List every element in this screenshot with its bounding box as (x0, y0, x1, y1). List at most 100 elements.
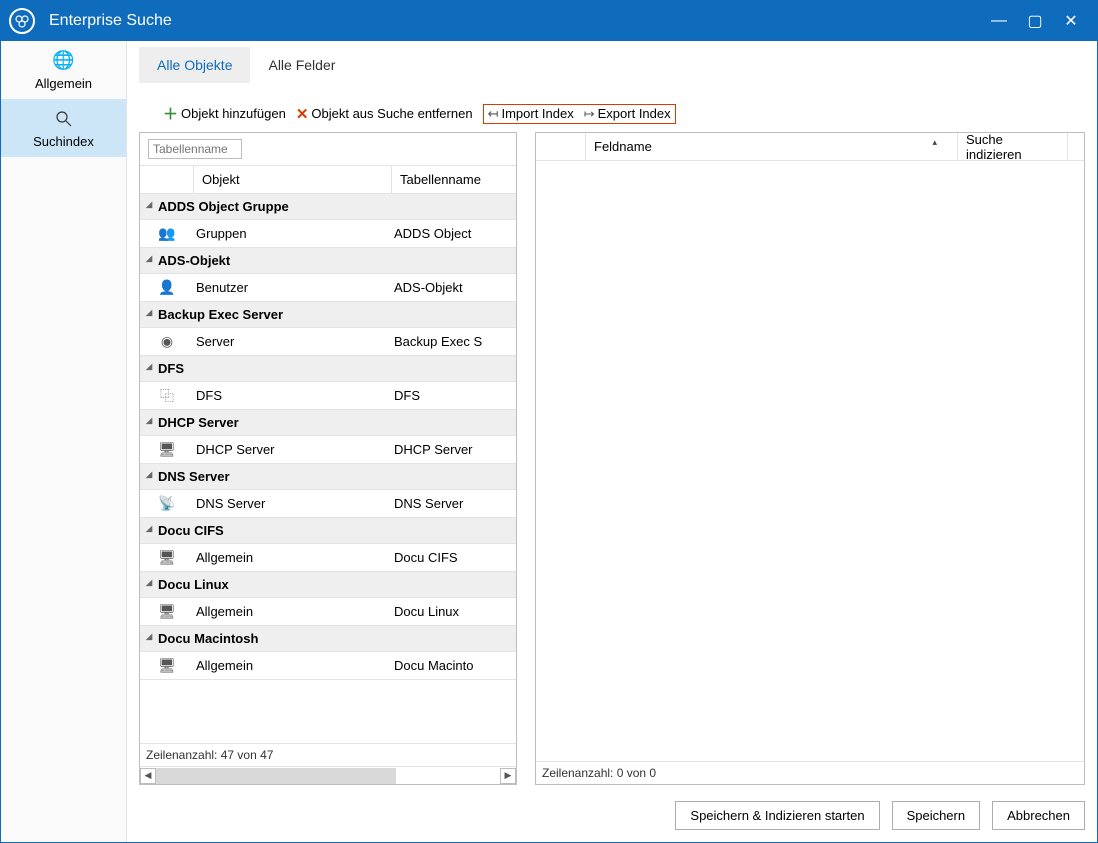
cell-tablename: Docu CIFS (392, 550, 516, 565)
row-icon: 🖥 (140, 603, 194, 620)
group-header[interactable]: ADDS Object Gruppe (140, 194, 516, 220)
table-row[interactable]: 📡DNS ServerDNS Server (140, 490, 516, 518)
x-icon: ✕ (296, 105, 309, 123)
arrow-left-icon: ↤ (488, 106, 499, 122)
import-index-button[interactable]: ↤ Import Index (488, 106, 574, 122)
cell-object: Allgemein (194, 604, 392, 619)
app-logo-icon (9, 8, 35, 34)
cell-object: Server (194, 334, 392, 349)
button-label: Objekt hinzufügen (181, 106, 286, 121)
header-index-column[interactable]: Suche indizieren (958, 133, 1068, 160)
tab-alle-felder[interactable]: Alle Felder (250, 47, 353, 83)
minimize-button[interactable]: — (981, 3, 1017, 39)
grid-header: Objekt Tabellenname (140, 166, 516, 194)
cell-object: DHCP Server (194, 442, 392, 457)
sort-ascending-icon: ▴ (932, 137, 937, 148)
cell-object: Allgemein (194, 550, 392, 565)
row-icon: ◉ (140, 333, 194, 350)
tab-bar: Alle Objekte Alle Felder (139, 45, 1085, 85)
table-row[interactable]: 🖥DHCP ServerDHCP Server (140, 436, 516, 464)
scroll-thumb[interactable] (156, 768, 396, 784)
cell-tablename: Docu Macinto (392, 658, 516, 673)
globe-icon: 🌐 (53, 50, 75, 72)
cell-object: DNS Server (194, 496, 392, 511)
row-icon: 👤 (140, 279, 194, 296)
row-icon: 🖥 (140, 549, 194, 566)
titlebar: Enterprise Suche — ▢ ✕ (1, 1, 1097, 41)
sidebar-item-label: Suchindex (33, 134, 94, 149)
row-icon: ⿻ (140, 386, 194, 406)
header-object-column[interactable]: Objekt (194, 166, 392, 193)
table-row[interactable]: ⿻DFSDFS (140, 382, 516, 410)
group-header[interactable]: Docu Macintosh (140, 626, 516, 652)
export-index-button[interactable]: ↦ Export Index (584, 106, 671, 122)
row-icon: 🖥 (140, 657, 194, 674)
cell-object: Allgemein (194, 658, 392, 673)
button-label: Objekt aus Suche entfernen (311, 106, 472, 121)
group-header[interactable]: DNS Server (140, 464, 516, 490)
add-object-button[interactable]: ＋ Objekt hinzufügen (163, 103, 286, 124)
cell-tablename: ADDS Object (392, 226, 516, 241)
group-header[interactable]: Docu Linux (140, 572, 516, 598)
cell-object: Benutzer (194, 280, 392, 295)
toolbar: ＋ Objekt hinzufügen ✕ Objekt aus Suche e… (139, 85, 1085, 132)
header-icon-column[interactable] (536, 133, 586, 160)
row-icon: 👥 (140, 225, 194, 242)
group-header[interactable]: ADS-Objekt (140, 248, 516, 274)
group-header[interactable]: DHCP Server (140, 410, 516, 436)
group-header[interactable]: Docu CIFS (140, 518, 516, 544)
cell-tablename: DFS (392, 388, 516, 403)
table-row[interactable]: 👤BenutzerADS-Objekt (140, 274, 516, 302)
arrow-right-icon: ↦ (584, 106, 595, 122)
save-button[interactable]: Speichern (892, 801, 981, 830)
group-header[interactable]: DFS (140, 356, 516, 382)
horizontal-scrollbar[interactable]: ◀ ▶ (140, 766, 516, 784)
table-row[interactable]: ◉ServerBackup Exec S (140, 328, 516, 356)
header-spacer (1068, 133, 1084, 160)
window-title: Enterprise Suche (49, 12, 981, 30)
tablename-filter-input[interactable] (148, 139, 242, 159)
scroll-track[interactable] (156, 768, 500, 784)
button-label: Import Index (501, 106, 573, 121)
objects-grid: Objekt Tabellenname ADDS Object Gruppe👥G… (139, 132, 517, 785)
scroll-right-button[interactable]: ▶ (500, 768, 516, 784)
group-header[interactable]: Backup Exec Server (140, 302, 516, 328)
header-fieldname-column[interactable]: Feldname ▴ (586, 133, 958, 160)
cell-object: Gruppen (194, 226, 392, 241)
cancel-button[interactable]: Abbrechen (992, 801, 1085, 830)
close-button[interactable]: ✕ (1053, 3, 1089, 39)
cell-object: DFS (194, 388, 392, 403)
sidebar-item-suchindex[interactable]: Suchindex (1, 99, 126, 157)
sidebar: 🌐 Allgemein Suchindex (1, 41, 127, 842)
scroll-left-button[interactable]: ◀ (140, 768, 156, 784)
grid-body[interactable] (536, 161, 1084, 761)
row-count-label: Zeilenanzahl: 0 von 0 (536, 761, 1084, 784)
save-and-index-button[interactable]: Speichern & Indizieren starten (675, 801, 879, 830)
cell-tablename: ADS-Objekt (392, 280, 516, 295)
grid-body[interactable]: ADDS Object Gruppe👥GruppenADDS ObjectADS… (140, 194, 516, 743)
grid-header: Feldname ▴ Suche indizieren (536, 133, 1084, 161)
table-row[interactable]: 🖥AllgemeinDocu Linux (140, 598, 516, 626)
search-icon (53, 108, 75, 130)
table-row[interactable]: 🖥AllgemeinDocu Macinto (140, 652, 516, 680)
cell-tablename: DHCP Server (392, 442, 516, 457)
button-label: Export Index (598, 106, 671, 121)
maximize-button[interactable]: ▢ (1017, 3, 1053, 39)
row-icon: 🖥 (140, 441, 194, 458)
sidebar-item-allgemein[interactable]: 🌐 Allgemein (1, 41, 126, 99)
plus-icon: ＋ (163, 103, 178, 124)
header-icon-column[interactable] (140, 166, 194, 193)
header-label: Feldname (594, 139, 652, 154)
row-icon: 📡 (140, 495, 194, 512)
cell-tablename: DNS Server (392, 496, 516, 511)
dialog-buttons: Speichern & Indizieren starten Speichern… (139, 785, 1085, 830)
table-row[interactable]: 🖥AllgemeinDocu CIFS (140, 544, 516, 572)
filter-row (140, 133, 516, 166)
tab-alle-objekte[interactable]: Alle Objekte (139, 47, 250, 83)
cell-tablename: Backup Exec S (392, 334, 516, 349)
header-tablename-column[interactable]: Tabellenname (392, 166, 516, 193)
highlighted-actions: ↤ Import Index ↦ Export Index (483, 104, 676, 124)
remove-object-button[interactable]: ✕ Objekt aus Suche entfernen (296, 105, 473, 123)
table-row[interactable]: 👥GruppenADDS Object (140, 220, 516, 248)
fields-grid: Feldname ▴ Suche indizieren Zeilenanzahl… (535, 132, 1085, 785)
